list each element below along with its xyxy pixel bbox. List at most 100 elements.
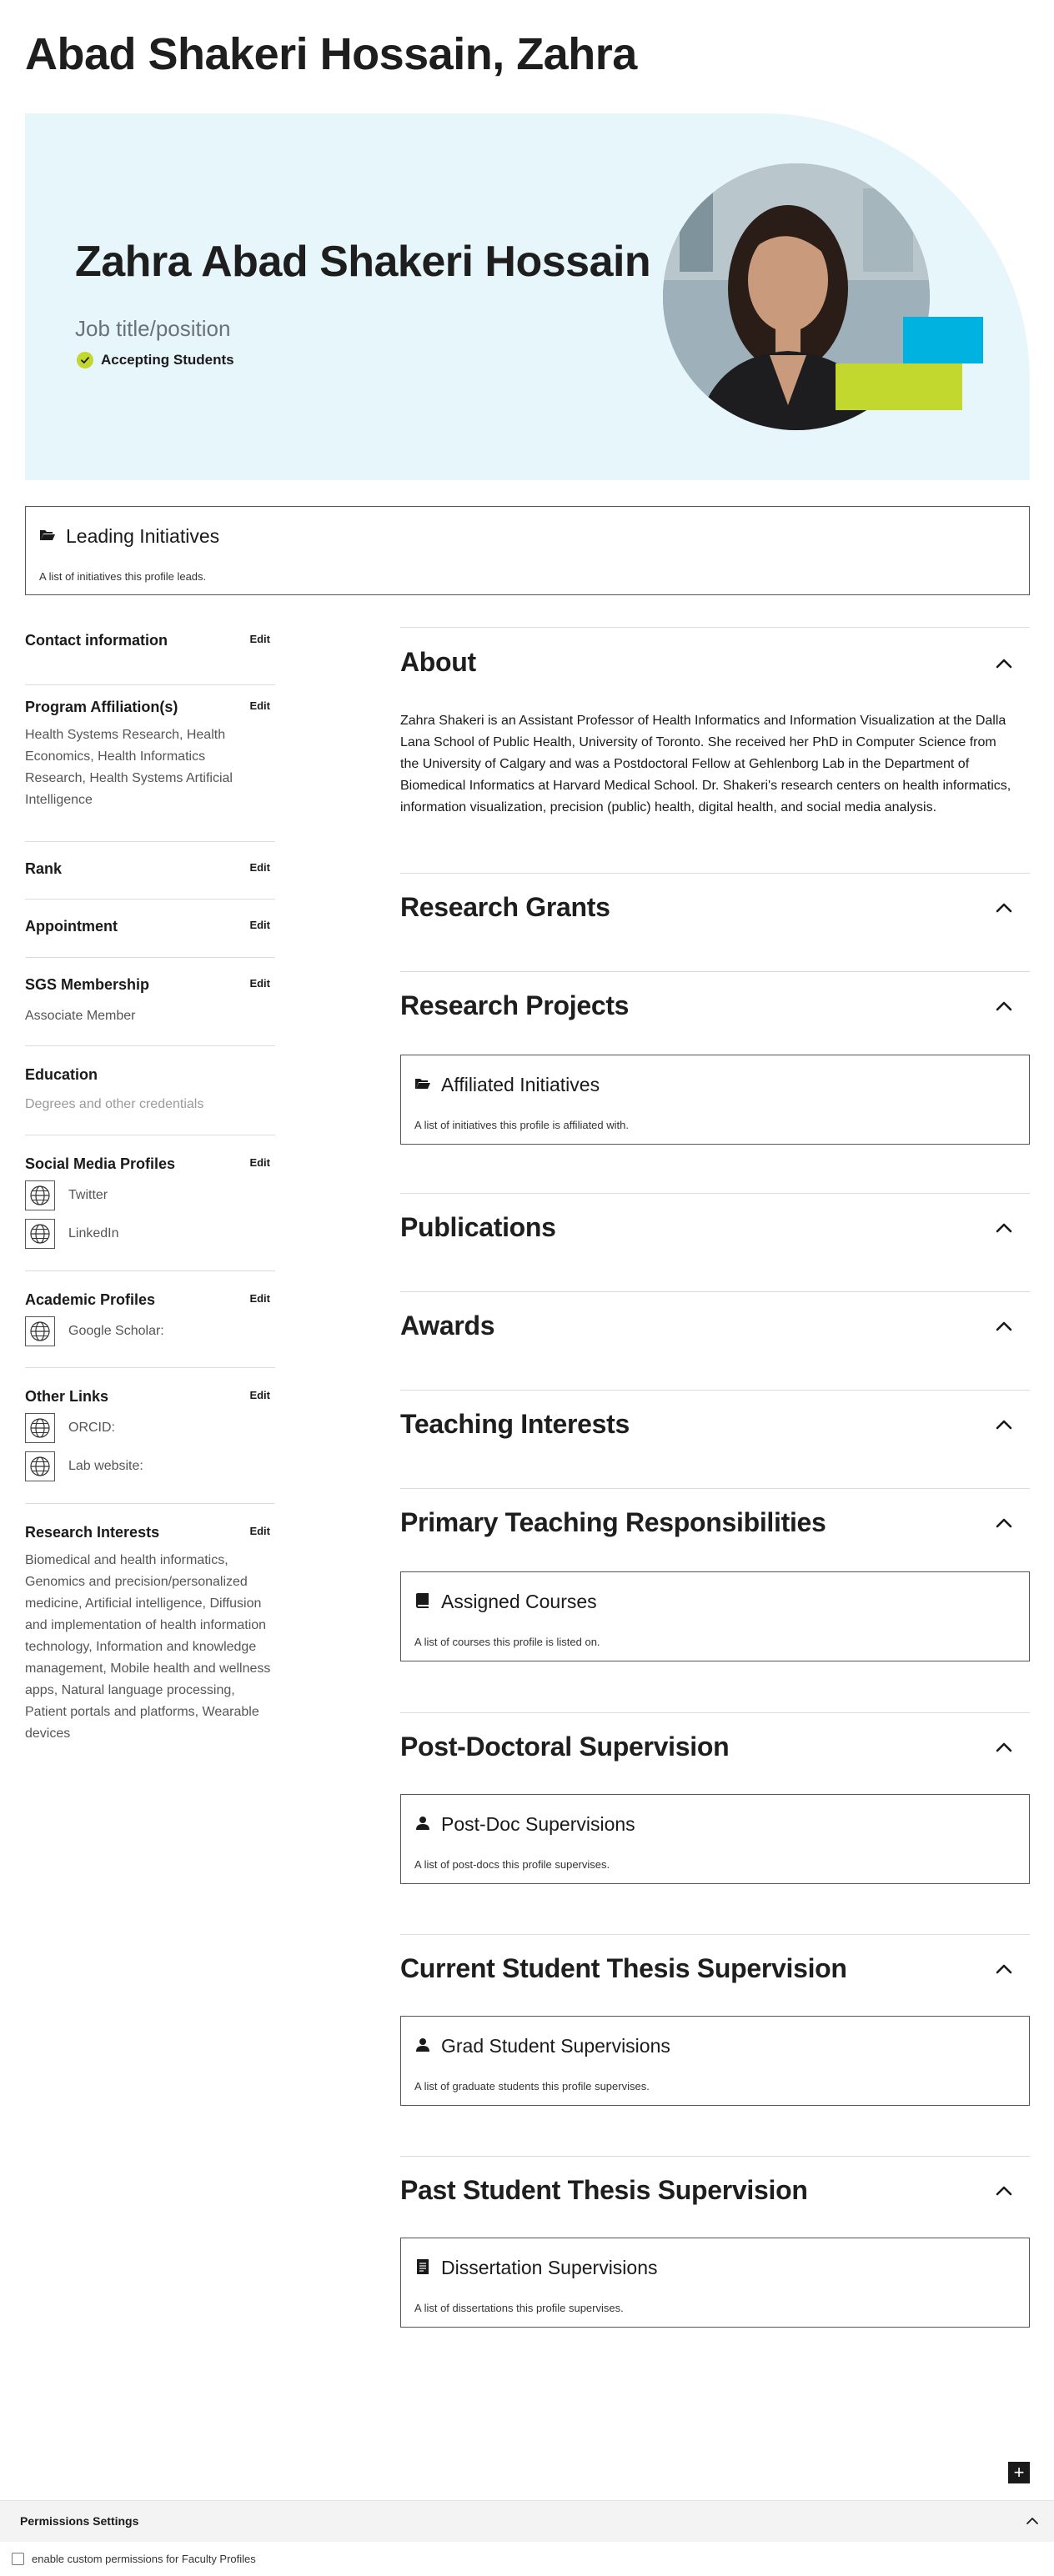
checkbox-label: enable custom permissions for Faculty Pr… <box>32 2553 256 2565</box>
card-description: A list of post-docs this profile supervi… <box>414 1858 610 1871</box>
chevron-up-icon[interactable] <box>993 1512 1015 1534</box>
chevron-up-icon[interactable] <box>993 1737 1015 1758</box>
section-title: Primary Teaching Responsibilities <box>400 1507 826 1537</box>
badge-label: Accepting Students <box>101 352 234 368</box>
card-title: Leading Initiatives <box>66 525 220 547</box>
chevron-up-icon[interactable] <box>1024 2513 1041 2529</box>
globe-icon <box>25 1180 55 1210</box>
chevron-up-icon[interactable] <box>993 897 1015 919</box>
research-interests-section: Research Interests Edit Biomedical and h… <box>25 1503 275 1741</box>
page-title: Abad Shakeri Hossain, Zahra <box>25 29 637 79</box>
education-text: Degrees and other credentials <box>25 1097 204 1111</box>
edit-button[interactable]: Edit <box>249 919 270 931</box>
edit-button[interactable]: Edit <box>249 1292 270 1305</box>
section-heading: Other Links <box>25 1388 109 1405</box>
chevron-up-icon[interactable] <box>993 1414 1015 1436</box>
chevron-up-icon[interactable] <box>993 1316 1015 1337</box>
section-title: Teaching Interests <box>400 1409 630 1439</box>
chevron-up-icon[interactable] <box>993 995 1015 1017</box>
edit-button[interactable]: Edit <box>249 977 270 990</box>
profile-sidebar: Contact information Edit Program Affilia… <box>25 619 275 1741</box>
person-icon <box>414 1815 431 1832</box>
awards-section: Awards <box>400 1291 1030 1390</box>
card-description: A list of initiatives this profile leads… <box>39 570 207 583</box>
card-description: A list of dissertations this profile sup… <box>414 2302 624 2314</box>
section-title: Awards <box>400 1311 495 1341</box>
link-label: Google Scholar: <box>68 1324 164 1338</box>
edit-button[interactable]: Edit <box>249 1156 270 1169</box>
program-section: Program Affiliation(s) Edit Health Syste… <box>25 684 275 841</box>
chevron-up-icon[interactable] <box>993 2180 1015 2202</box>
publications-section: Publications <box>400 1193 1030 1291</box>
about-text: Zahra Shakeri is an Assistant Professor … <box>400 714 1011 814</box>
folder-open-icon <box>39 527 56 544</box>
google-scholar-link[interactable]: Google Scholar: <box>25 1316 275 1347</box>
permissions-settings-bar[interactable]: Permissions Settings <box>0 2500 1054 2542</box>
section-title: Research Projects <box>400 990 630 1020</box>
document-icon <box>414 2258 431 2275</box>
card-title: Dissertation Supervisions <box>441 2257 658 2278</box>
orcid-link[interactable]: ORCID: <box>25 1412 275 1444</box>
folder-open-icon <box>414 1075 431 1092</box>
chevron-up-icon[interactable] <box>993 653 1015 674</box>
section-title: Past Student Thesis Supervision <box>400 2175 808 2205</box>
section-heading: Program Affiliation(s) <box>25 699 178 715</box>
rank-section: Rank Edit <box>25 841 275 899</box>
postdoc-supervisions-card[interactable]: Post-Doc Supervisions A list of post-doc… <box>400 1794 1030 1884</box>
dissertation-supervisions-card[interactable]: Dissertation Supervisions A list of diss… <box>400 2238 1030 2328</box>
teaching-interests-section: Teaching Interests <box>400 1390 1030 1488</box>
linkedin-link[interactable]: LinkedIn <box>25 1218 275 1250</box>
check-icon <box>77 352 93 368</box>
decorative-blue-block <box>903 317 983 363</box>
leading-initiatives-card[interactable]: Leading Initiatives A list of initiative… <box>25 506 1030 595</box>
section-heading: Academic Profiles <box>25 1291 156 1308</box>
appointment-section: Appointment Edit <box>25 899 275 957</box>
permissions-title: Permissions Settings <box>20 2514 139 2528</box>
card-title: Affiliated Initiatives <box>441 1074 600 1095</box>
custom-permissions-option[interactable]: enable custom permissions for Faculty Pr… <box>12 2553 256 2565</box>
section-heading: Contact information <box>25 632 168 649</box>
lab-website-link[interactable]: Lab website: <box>25 1451 275 1482</box>
research-grants-section: Research Grants <box>400 873 1030 971</box>
section-heading: SGS Membership <box>25 976 150 993</box>
link-label: Lab website: <box>68 1459 143 1473</box>
section-title: About <box>400 647 476 677</box>
contact-section: Contact information Edit <box>25 619 275 684</box>
chevron-up-icon[interactable] <box>993 1217 1015 1239</box>
edit-button[interactable]: Edit <box>249 861 270 874</box>
profile-hero: Zahra Abad Shakeri Hossain Job title/pos… <box>25 113 1030 480</box>
assigned-courses-card[interactable]: Assigned Courses A list of courses this … <box>400 1571 1030 1661</box>
link-label: Twitter <box>68 1188 108 1202</box>
plus-icon[interactable]: + <box>1008 2462 1030 2483</box>
section-title: Publications <box>400 1212 556 1242</box>
accepting-students-badge: Accepting Students <box>77 352 234 368</box>
card-title: Post-Doc Supervisions <box>441 1813 635 1835</box>
custom-permissions-checkbox[interactable] <box>12 2553 24 2565</box>
profile-name: Zahra Abad Shakeri Hossain <box>75 238 651 286</box>
academic-section: Academic Profiles Edit Google Scholar: <box>25 1270 275 1367</box>
chevron-up-icon[interactable] <box>993 1958 1015 1980</box>
sgs-text: Associate Member <box>25 1009 136 1023</box>
globe-icon <box>25 1316 55 1346</box>
edit-button[interactable]: Edit <box>249 633 270 645</box>
decorative-green-block <box>836 363 962 410</box>
social-section: Social Media Profiles Edit Twitter Linke… <box>25 1135 275 1270</box>
person-icon <box>414 2037 431 2053</box>
twitter-link[interactable]: Twitter <box>25 1180 275 1211</box>
other-links-section: Other Links Edit ORCID: Lab website: <box>25 1367 275 1503</box>
link-label: ORCID: <box>68 1421 115 1435</box>
edit-button[interactable]: Edit <box>249 699 270 712</box>
grad-supervisions-card[interactable]: Grad Student Supervisions A list of grad… <box>400 2016 1030 2106</box>
edit-button[interactable]: Edit <box>249 1389 270 1401</box>
book-icon <box>414 1592 431 1609</box>
section-title: Current Student Thesis Supervision <box>400 1953 847 1983</box>
research-interests-text: Biomedical and health informatics, Genom… <box>25 1553 271 1741</box>
edit-button[interactable]: Edit <box>249 1525 270 1537</box>
card-title: Grad Student Supervisions <box>441 2035 670 2057</box>
globe-icon <box>25 1413 55 1443</box>
link-label: LinkedIn <box>68 1226 119 1240</box>
card-description: A list of graduate students this profile… <box>414 2080 650 2092</box>
affiliated-initiatives-card[interactable]: Affiliated Initiatives A list of initiat… <box>400 1055 1030 1145</box>
card-title: Assigned Courses <box>441 1591 597 1612</box>
job-title: Job title/position <box>75 316 231 341</box>
